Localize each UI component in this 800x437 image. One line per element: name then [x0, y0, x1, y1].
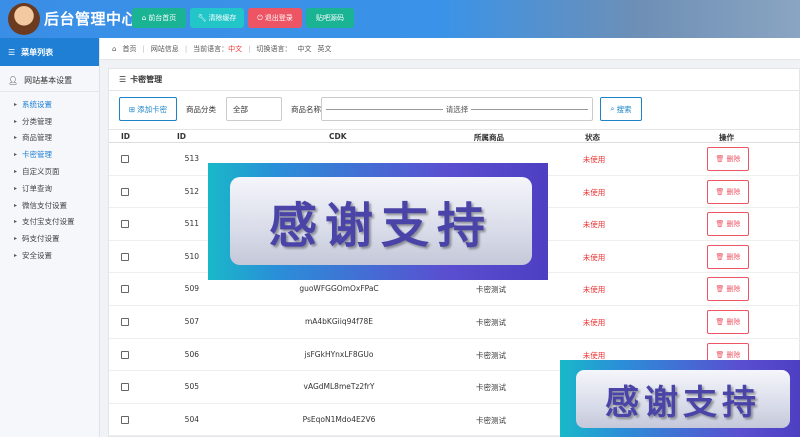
delete-button[interactable]: 🗑︎ 删除	[707, 277, 749, 302]
trash-icon: 🗑︎	[715, 187, 725, 196]
top-header: 后台管理中心 ⌂ 前台首页 🔧︎ 清除缓存 ⏻ 退出登录 贴吧源码	[0, 0, 800, 38]
row-checkbox[interactable]	[121, 252, 129, 261]
menu-header[interactable]: ☰ 菜单列表	[0, 38, 99, 66]
sidebar-item-alipay[interactable]: ▸ 支付宝支付设置	[0, 214, 99, 231]
chevron-right-icon: ▸	[14, 168, 18, 176]
delete-button[interactable]: 🗑︎ 删除	[707, 244, 749, 269]
thanks-banner-small: 感谢支持	[560, 360, 800, 437]
clear-cache-button[interactable]: 🔧︎ 清除缓存	[190, 8, 244, 28]
lang-en-link[interactable]: 英文	[318, 44, 332, 54]
row-checkbox[interactable]	[121, 155, 129, 163]
frontend-home-button[interactable]: ⌂ 前台首页	[132, 8, 186, 28]
list-icon: ☰	[8, 47, 16, 57]
menu-group-site-settings[interactable]: 👤︎ 网站基本设置	[0, 70, 99, 92]
list-icon: ☰	[119, 75, 127, 84]
home-icon: ⌂	[141, 14, 147, 22]
breadcrumb-home[interactable]: 首页	[122, 44, 136, 54]
row-checkbox[interactable]	[121, 350, 129, 359]
lang-zh-link[interactable]: 中文	[298, 44, 312, 54]
home-icon: ⌂	[112, 44, 117, 53]
delete-button[interactable]: 🗑︎ 删除	[707, 147, 749, 171]
thanks-text: 感谢支持	[268, 198, 493, 254]
sidebar-item-system-settings[interactable]: ▸ 系统设置	[0, 96, 99, 113]
header-cdk: CDK	[329, 132, 347, 141]
row-checkbox[interactable]	[121, 415, 129, 424]
plus-square-icon: ⊞	[128, 104, 136, 114]
sidebar-item-wechat-pay[interactable]: ▸ 微信支付设置	[0, 197, 99, 214]
sidebar: ☰ 菜单列表 👤︎ 网站基本设置 ▸ 系统设置 ▸ 分类管理 ▸ 商品管理 ▸ 卡密管理…	[0, 38, 100, 437]
header-id: ID	[177, 132, 187, 141]
trash-icon: 🗑︎	[715, 220, 725, 229]
source-code-button[interactable]: 贴吧源码	[306, 8, 354, 28]
table-row: 507 mA4bKGiiq94f78E 卡密测试 未使用 🗑︎ 删除	[109, 306, 800, 339]
product-name-label: 商品名称	[291, 105, 321, 114]
sidebar-item-custom-pages[interactable]: ▸ 自定义页面	[0, 163, 99, 180]
row-checkbox[interactable]	[121, 220, 129, 229]
chevron-right-icon: ▸	[14, 235, 18, 243]
chevron-right-icon: ▸	[14, 151, 18, 159]
power-icon: ⏻	[257, 13, 263, 22]
wrench-icon: 🔧︎	[197, 14, 207, 22]
delete-button[interactable]: 🗑︎ 删除	[707, 212, 749, 237]
breadcrumb-site-info[interactable]: 网站信息	[151, 44, 179, 54]
delete-button[interactable]: 🗑︎ 删除	[707, 179, 749, 204]
avatar	[8, 3, 40, 35]
search-button[interactable]: ⌕ 搜索	[600, 97, 642, 121]
chevron-right-icon: ▸	[14, 218, 18, 226]
trash-icon: 🗑︎	[715, 252, 725, 261]
sidebar-item-products[interactable]: ▸ 商品管理	[0, 130, 99, 147]
thanks-text: 感谢支持	[605, 382, 761, 423]
divider: |	[184, 44, 188, 53]
user-icon: 👤︎	[8, 76, 19, 85]
search-icon: ⌕	[610, 104, 615, 113]
header-check: ID	[121, 132, 131, 141]
panel-title: ☰ 卡密管理	[109, 69, 799, 91]
category-select[interactable]: 全部	[226, 97, 282, 121]
trash-icon: 🗑︎	[715, 317, 725, 326]
breadcrumb: ⌂ 首页 | 网站信息 | 当前语言：中文 | 切换语言： 中文 英文	[100, 38, 800, 60]
chevron-right-icon: ▸	[14, 252, 18, 260]
add-card-key-button[interactable]: ⊞ 添加卡密	[119, 97, 177, 121]
chevron-right-icon: ▸	[14, 201, 18, 209]
sidebar-item-code-pay[interactable]: ▸ 码支付设置	[0, 230, 99, 247]
filter-bar: ⊞ 添加卡密 商品分类 全部 商品名称 请选择 ⌕ 搜索	[119, 97, 799, 121]
chevron-right-icon: ▸	[14, 117, 18, 125]
sidebar-item-security[interactable]: ▸ 安全设置	[0, 247, 99, 264]
sidebar-item-orders[interactable]: ▸ 订单查询	[0, 180, 99, 197]
trash-icon: 🗑︎	[715, 350, 725, 359]
current-language-label: 当前语言：中文	[193, 44, 243, 53]
thanks-banner-large: 感谢支持	[208, 163, 548, 280]
chevron-right-icon: ▸	[14, 184, 18, 192]
switch-language-label: 切换语言：	[256, 44, 292, 53]
divider: |	[142, 44, 145, 53]
sidebar-item-card-keys[interactable]: ▸ 卡密管理	[0, 146, 99, 163]
header-action: 操作	[719, 133, 734, 142]
chevron-right-icon: ▸	[14, 134, 18, 142]
header-status: 状态	[585, 133, 600, 142]
header-product: 所属商品	[474, 133, 504, 142]
divider: |	[248, 44, 251, 53]
row-checkbox[interactable]	[121, 383, 129, 392]
delete-button[interactable]: 🗑︎ 删除	[707, 309, 749, 334]
chevron-right-icon: ▸	[14, 100, 18, 108]
app-title: 后台管理中心	[44, 10, 138, 28]
category-label: 商品分类	[186, 105, 216, 114]
row-checkbox[interactable]	[121, 285, 129, 294]
trash-icon: 🗑︎	[715, 285, 725, 294]
logout-button[interactable]: ⏻ 退出登录	[248, 8, 302, 28]
row-checkbox[interactable]	[121, 187, 129, 196]
row-checkbox[interactable]	[121, 317, 129, 326]
product-name-select[interactable]: 请选择	[321, 97, 593, 121]
trash-icon: 🗑︎	[715, 155, 725, 163]
sidebar-item-category[interactable]: ▸ 分类管理	[0, 113, 99, 130]
table-header: ID ID CDK 所属商品 状态 操作	[109, 129, 800, 143]
